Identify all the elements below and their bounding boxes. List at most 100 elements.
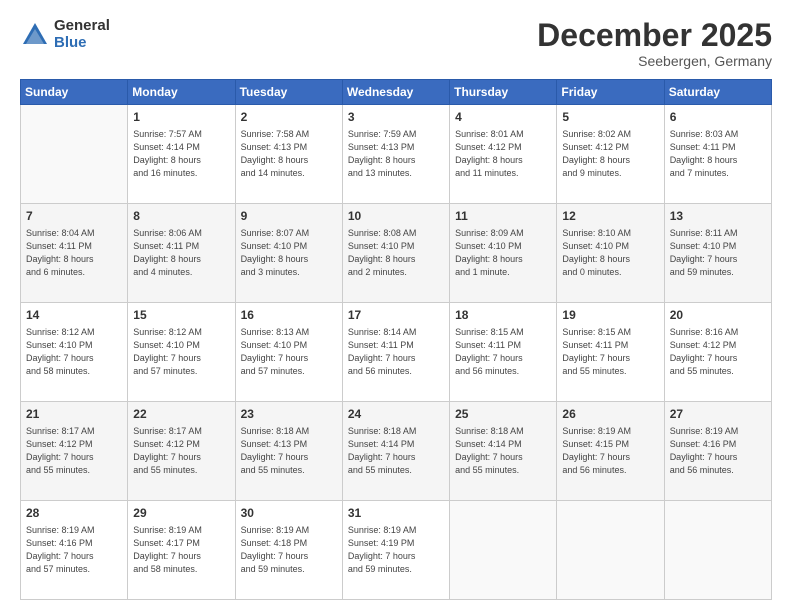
day-info: Sunrise: 8:19 AMSunset: 4:15 PMDaylight:… [562,425,659,477]
calendar-cell: 6Sunrise: 8:03 AMSunset: 4:11 PMDaylight… [664,105,771,204]
day-info: Sunrise: 8:18 AMSunset: 4:13 PMDaylight:… [241,425,338,477]
day-info: Sunrise: 8:08 AMSunset: 4:10 PMDaylight:… [348,227,445,279]
day-number: 2 [241,109,338,126]
calendar-cell [557,501,664,600]
calendar-cell: 26 Sunrise: 8:19 AMSunset: 4:15 PMDayligh… [557,402,664,501]
day-number: 21 [26,406,123,423]
day-info: Sunrise: 7:59 AMSunset: 4:13 PMDaylight:… [348,128,445,180]
day-number: 31 [348,505,445,522]
day-number: 17 [348,307,445,324]
title-block: December 2025 Seebergen, Germany [537,18,772,69]
day-info: Sunrise: 8:15 AMSunset: 4:11 PMDaylight:… [455,326,552,378]
day-info: Sunrise: 8:14 AMSunset: 4:11 PMDaylight:… [348,326,445,378]
calendar-cell: 5Sunrise: 8:02 AMSunset: 4:12 PMDaylight… [557,105,664,204]
calendar-cell: 17 Sunrise: 8:14 AMSunset: 4:11 PMDayligh… [342,303,449,402]
day-info: Sunrise: 8:12 AMSunset: 4:10 PMDaylight:… [26,326,123,378]
day-number: 13 [670,208,767,225]
calendar-cell: 21 Sunrise: 8:17 AMSunset: 4:12 PMDayligh… [21,402,128,501]
day-number: 26 [562,406,659,423]
calendar-cell: 4 Sunrise: 8:01 AMSunset: 4:12 PMDaylight… [450,105,557,204]
day-info: Sunrise: 7:57 AMSunset: 4:14 PMDaylight:… [133,128,230,180]
weekday-header-sunday: Sunday [21,80,128,105]
main-title: December 2025 [537,18,772,53]
day-info: Sunrise: 8:19 AMSunset: 4:16 PMDaylight:… [670,425,767,477]
day-info: Sunrise: 8:17 AMSunset: 4:12 PMDaylight:… [133,425,230,477]
calendar-cell: 27 Sunrise: 8:19 AMSunset: 4:16 PMDayligh… [664,402,771,501]
day-info: Sunrise: 8:10 AMSunset: 4:10 PMDaylight:… [562,227,659,279]
day-info: Sunrise: 8:18 AMSunset: 4:14 PMDaylight:… [348,425,445,477]
calendar-cell [21,105,128,204]
week-row-2: 7 Sunrise: 8:04 AMSunset: 4:11 PMDaylight… [21,204,772,303]
calendar-cell: 10 Sunrise: 8:08 AMSunset: 4:10 PMDayligh… [342,204,449,303]
calendar-cell: 18 Sunrise: 8:15 AMSunset: 4:11 PMDayligh… [450,303,557,402]
day-info: Sunrise: 8:17 AMSunset: 4:12 PMDaylight:… [26,425,123,477]
calendar-cell: 20Sunrise: 8:16 AMSunset: 4:12 PMDayligh… [664,303,771,402]
day-number: 12 [562,208,659,225]
weekday-header-wednesday: Wednesday [342,80,449,105]
day-number: 5 [562,109,659,126]
logo-text: General Blue [54,18,110,51]
day-number: 14 [26,307,123,324]
week-row-5: 28Sunrise: 8:19 AMSunset: 4:16 PMDayligh… [21,501,772,600]
subtitle: Seebergen, Germany [537,53,772,69]
calendar-cell: 19 Sunrise: 8:15 AMSunset: 4:11 PMDayligh… [557,303,664,402]
day-info: Sunrise: 8:07 AMSunset: 4:10 PMDaylight:… [241,227,338,279]
weekday-header-saturday: Saturday [664,80,771,105]
day-number: 23 [241,406,338,423]
day-number: 28 [26,505,123,522]
day-info: Sunrise: 8:18 AMSunset: 4:14 PMDaylight:… [455,425,552,477]
day-number: 27 [670,406,767,423]
weekday-header-row: SundayMondayTuesdayWednesdayThursdayFrid… [21,80,772,105]
calendar-cell: 23 Sunrise: 8:18 AMSunset: 4:13 PMDayligh… [235,402,342,501]
day-number: 9 [241,208,338,225]
calendar-cell: 3Sunrise: 7:59 AMSunset: 4:13 PMDaylight… [342,105,449,204]
calendar-cell: 22Sunrise: 8:17 AMSunset: 4:12 PMDayligh… [128,402,235,501]
logo-icon [20,20,50,50]
day-info: Sunrise: 8:06 AMSunset: 4:11 PMDaylight:… [133,227,230,279]
day-info: Sunrise: 8:09 AMSunset: 4:10 PMDaylight:… [455,227,552,279]
week-row-3: 14 Sunrise: 8:12 AMSunset: 4:10 PMDayligh… [21,303,772,402]
weekday-header-friday: Friday [557,80,664,105]
weekday-header-tuesday: Tuesday [235,80,342,105]
week-row-4: 21 Sunrise: 8:17 AMSunset: 4:12 PMDayligh… [21,402,772,501]
day-info: Sunrise: 8:19 AMSunset: 4:17 PMDaylight:… [133,524,230,576]
day-number: 10 [348,208,445,225]
week-row-1: 1 Sunrise: 7:57 AMSunset: 4:14 PMDaylight… [21,105,772,204]
calendar-cell: 2 Sunrise: 7:58 AMSunset: 4:13 PMDaylight… [235,105,342,204]
weekday-header-monday: Monday [128,80,235,105]
calendar-cell: 13Sunrise: 8:11 AMSunset: 4:10 PMDayligh… [664,204,771,303]
day-number: 20 [670,307,767,324]
day-number: 29 [133,505,230,522]
calendar-cell: 29 Sunrise: 8:19 AMSunset: 4:17 PMDayligh… [128,501,235,600]
calendar-cell: 1 Sunrise: 7:57 AMSunset: 4:14 PMDaylight… [128,105,235,204]
calendar-cell: 8Sunrise: 8:06 AMSunset: 4:11 PMDaylight… [128,204,235,303]
day-info: Sunrise: 8:19 AMSunset: 4:18 PMDaylight:… [241,524,338,576]
calendar-cell: 7 Sunrise: 8:04 AMSunset: 4:11 PMDaylight… [21,204,128,303]
calendar-cell: 12 Sunrise: 8:10 AMSunset: 4:10 PMDayligh… [557,204,664,303]
day-number: 18 [455,307,552,324]
calendar-cell: 25 Sunrise: 8:18 AMSunset: 4:14 PMDayligh… [450,402,557,501]
day-info: Sunrise: 8:01 AMSunset: 4:12 PMDaylight:… [455,128,552,180]
header: General Blue December 2025 Seebergen, Ge… [20,18,772,69]
calendar-cell: 31Sunrise: 8:19 AMSunset: 4:19 PMDayligh… [342,501,449,600]
logo-blue-label: Blue [54,35,110,52]
day-number: 25 [455,406,552,423]
day-number: 30 [241,505,338,522]
weekday-header-thursday: Thursday [450,80,557,105]
day-info: Sunrise: 8:04 AMSunset: 4:11 PMDaylight:… [26,227,123,279]
day-info: Sunrise: 7:58 AMSunset: 4:13 PMDaylight:… [241,128,338,180]
day-number: 15 [133,307,230,324]
calendar-cell: 24 Sunrise: 8:18 AMSunset: 4:14 PMDayligh… [342,402,449,501]
calendar-cell: 15 Sunrise: 8:12 AMSunset: 4:10 PMDayligh… [128,303,235,402]
day-number: 24 [348,406,445,423]
day-number: 4 [455,109,552,126]
day-number: 1 [133,109,230,126]
day-number: 19 [562,307,659,324]
day-number: 6 [670,109,767,126]
day-number: 7 [26,208,123,225]
calendar-cell [450,501,557,600]
day-info: Sunrise: 8:12 AMSunset: 4:10 PMDaylight:… [133,326,230,378]
logo: General Blue [20,18,110,51]
day-info: Sunrise: 8:15 AMSunset: 4:11 PMDaylight:… [562,326,659,378]
logo-general-label: General [54,18,110,35]
